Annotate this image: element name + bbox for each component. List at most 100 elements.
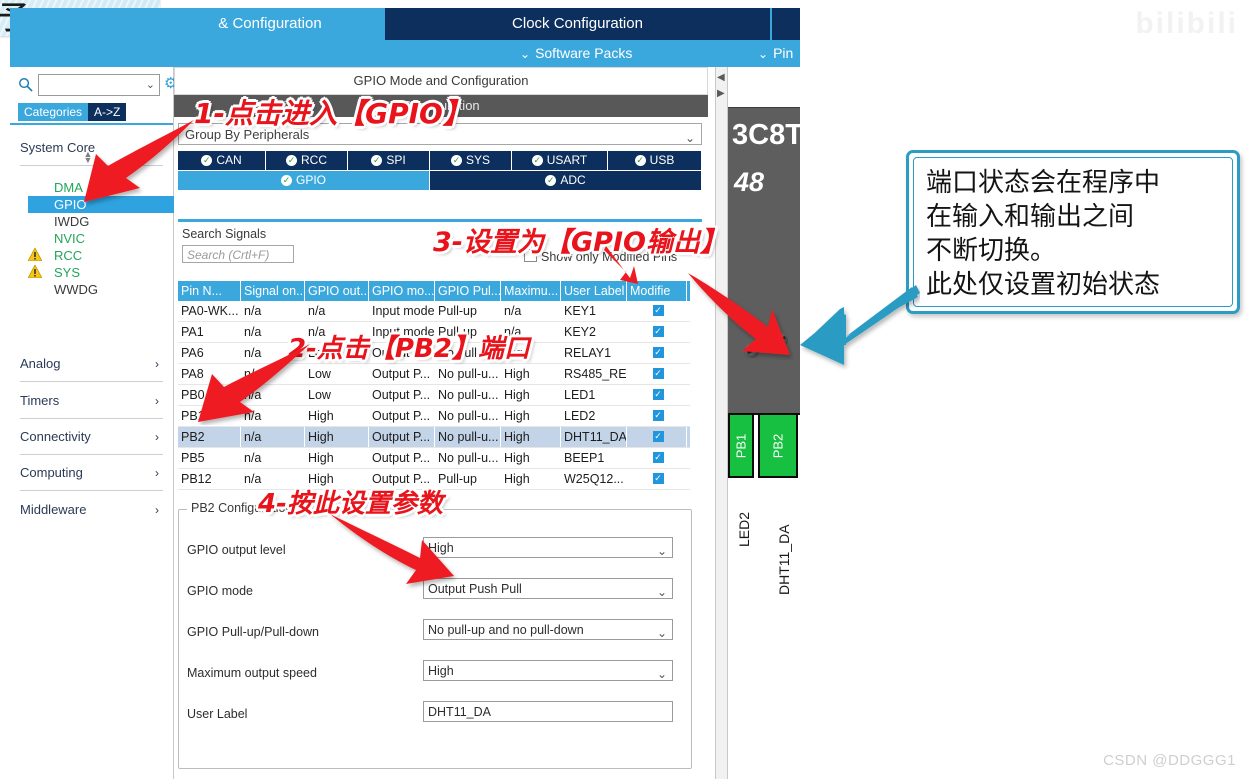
cell-gpio-mode: Output P... [369, 427, 435, 447]
sidebar-section-label: Middleware [20, 502, 87, 517]
chevron-down-icon: ⌄ [684, 131, 695, 145]
tab-extra[interactable] [772, 8, 800, 40]
sidebar-item-iwdg[interactable]: IWDG [36, 213, 179, 230]
cell-modified[interactable]: ✓ [627, 448, 687, 468]
check-icon: ✓ [371, 155, 383, 167]
cell-signal-on: n/a [241, 448, 305, 468]
peripheral-tab-sys[interactable]: ✓ SYS [430, 151, 512, 170]
peripheral-tab-rcc[interactable]: ✓ RCC [266, 151, 348, 170]
select-gpio-output-level[interactable]: High ⌄ [423, 537, 673, 558]
panel-splitter[interactable]: ◀ ▶ [715, 67, 728, 779]
cell-user-label: W25Q12... [561, 469, 627, 489]
value-user-label: DHT11_DA [428, 705, 491, 719]
callout-line-4: 此处仅设置初始状态 [926, 270, 1161, 300]
chip-part-marking: 3C8T [732, 119, 800, 151]
table-row[interactable]: PB2 n/a High Output P... No pull-u... Hi… [178, 427, 690, 448]
chevron-right-icon: › [155, 503, 159, 517]
sidebar-section-middleware[interactable]: Middleware › [20, 493, 163, 527]
field-row-user-label: User Label DHT11_DA [179, 696, 691, 737]
cell-max-speed: High [501, 406, 561, 426]
cell-gpio-pull: Pull-up [435, 301, 501, 321]
cell-max-speed: High [501, 385, 561, 405]
chevron-right-icon: › [155, 466, 159, 480]
check-icon: ✓ [531, 155, 543, 167]
chevron-down-icon: ⌄ [520, 47, 531, 61]
check-icon: ✓ [286, 155, 297, 167]
sidebar-item-rcc[interactable]: RCC [36, 247, 179, 264]
cell-modified[interactable]: ✓ [627, 322, 687, 342]
software-packs-menu[interactable]: ⌄ Software Packs [520, 40, 632, 67]
sidebar-item-wwdg[interactable]: WWDG [36, 281, 179, 298]
red-arrow-to-output-level-field [330, 514, 454, 584]
search-input[interactable]: ⌄ [38, 74, 160, 96]
cell-modified[interactable]: ✓ [627, 469, 687, 489]
sidebar-section-analog[interactable]: Analog › [20, 347, 163, 382]
cell-modified[interactable]: ✓ [627, 385, 687, 405]
column-header-gpio-mode[interactable]: GPIO mo... [369, 281, 435, 301]
pin-menu[interactable]: ⌄ Pin [758, 40, 793, 67]
pin-pad-pb1[interactable]: PB1 [728, 413, 754, 478]
checkbox-checked-icon: ✓ [652, 431, 664, 442]
input-user-label[interactable]: DHT11_DA [423, 701, 673, 722]
secondary-toolbar: ⌄ Software Packs ⌄ Pin [10, 40, 800, 67]
sidebar-section-timers[interactable]: Timers › [20, 384, 163, 419]
pin-label-led2: LED2 [736, 511, 752, 547]
watermark-top-right: bilibili [1135, 7, 1238, 40]
column-header-gpio-pull[interactable]: GPIO Pul... [435, 281, 501, 301]
field-row-max-output-speed: Maximum output speed High ⌄ [179, 655, 691, 696]
table-header-row: Pin N...▲▼ Signal on... GPIO out... GPIO… [178, 281, 690, 301]
collapse-right-icon[interactable]: ▶ [717, 89, 725, 99]
pin-pad-pb2[interactable]: PB2 [758, 413, 798, 478]
cell-modified[interactable]: ✓ [627, 406, 687, 426]
sidebar-section-connectivity[interactable]: Connectivity › [20, 420, 163, 455]
peripheral-tab-spi[interactable]: ✓ SPI [348, 151, 430, 170]
select-max-output-speed[interactable]: High ⌄ [423, 660, 673, 681]
cell-modified[interactable]: ✓ [627, 301, 687, 321]
column-header-user-label[interactable]: User Label [561, 281, 627, 301]
annotation-step-3: 3-设置为【GPIO输出】 [433, 227, 727, 258]
peripheral-tab-usart[interactable]: ✓ USART [512, 151, 608, 170]
red-arrow-to-pb2-row [198, 344, 310, 422]
collapse-left-icon[interactable]: ◀ [717, 73, 725, 83]
cell-max-speed: High [501, 427, 561, 447]
cell-pin-name: PB5 [178, 448, 241, 468]
sidebar-item-sys[interactable]: SYS [36, 264, 179, 281]
cell-user-label: KEY1 [561, 301, 627, 321]
peripheral-tab-adc[interactable]: ✓ ADC [430, 171, 702, 190]
cell-modified[interactable]: ✓ [627, 364, 687, 384]
cell-gpio-mode: Output P... [369, 448, 435, 468]
column-header-maximum-speed[interactable]: Maximu... [501, 281, 561, 301]
cell-gpio-pull: No pull-u... [435, 448, 501, 468]
cell-modified[interactable]: ✓ [627, 343, 687, 363]
table-row[interactable]: PA0-WK... n/a n/a Input mode Pull-up n/a… [178, 301, 690, 322]
cell-signal-on: n/a [241, 427, 305, 447]
checkbox-checked-icon: ✓ [652, 389, 664, 400]
search-icon [19, 78, 33, 92]
column-header-pin-name[interactable]: Pin N...▲▼ [178, 281, 241, 301]
teal-pointer-arrow [800, 285, 920, 365]
peripheral-tab-gpio[interactable]: ✓ GPIO [178, 171, 430, 190]
chip-pinout-graphic: 3C8T 48 PB1 PB2 LED2 DHT11_DA [728, 67, 800, 779]
tab-clock-configuration[interactable]: Clock Configuration [385, 8, 770, 40]
chevron-right-icon: › [155, 430, 159, 444]
cell-max-speed: n/a [501, 301, 561, 321]
select-gpio-pull[interactable]: No pull-up and no pull-down ⌄ [423, 619, 673, 640]
column-header-gpio-output[interactable]: GPIO out... [305, 281, 369, 301]
red-arrow-to-gpio-item [84, 120, 194, 202]
cell-modified[interactable]: ✓ [627, 427, 687, 447]
cell-gpio-pull: No pull-u... [435, 427, 501, 447]
label-max-output-speed: Maximum output speed [187, 666, 317, 680]
search-signals-input[interactable]: Search (Crtl+F) [182, 245, 294, 263]
peripheral-tab-usb[interactable]: ✓ USB [608, 151, 702, 170]
cell-user-label: RELAY1 [561, 343, 627, 363]
sidebar-item-nvic[interactable]: NVIC [36, 230, 179, 247]
column-header-signal-on[interactable]: Signal on... [241, 281, 305, 301]
chevron-down-icon: ⌄ [656, 585, 667, 599]
tab-pinout-configuration[interactable]: & Configuration [160, 8, 380, 40]
sidebar-section-computing[interactable]: Computing › [20, 456, 163, 491]
select-gpio-mode[interactable]: Output Push Pull ⌄ [423, 578, 673, 599]
value-max-output-speed: High [428, 664, 454, 678]
column-header-modified[interactable]: Modifie [627, 281, 687, 301]
sidebar-section-label: Analog [20, 356, 61, 371]
table-row[interactable]: PB5 n/a High Output P... No pull-u... Hi… [178, 448, 690, 469]
